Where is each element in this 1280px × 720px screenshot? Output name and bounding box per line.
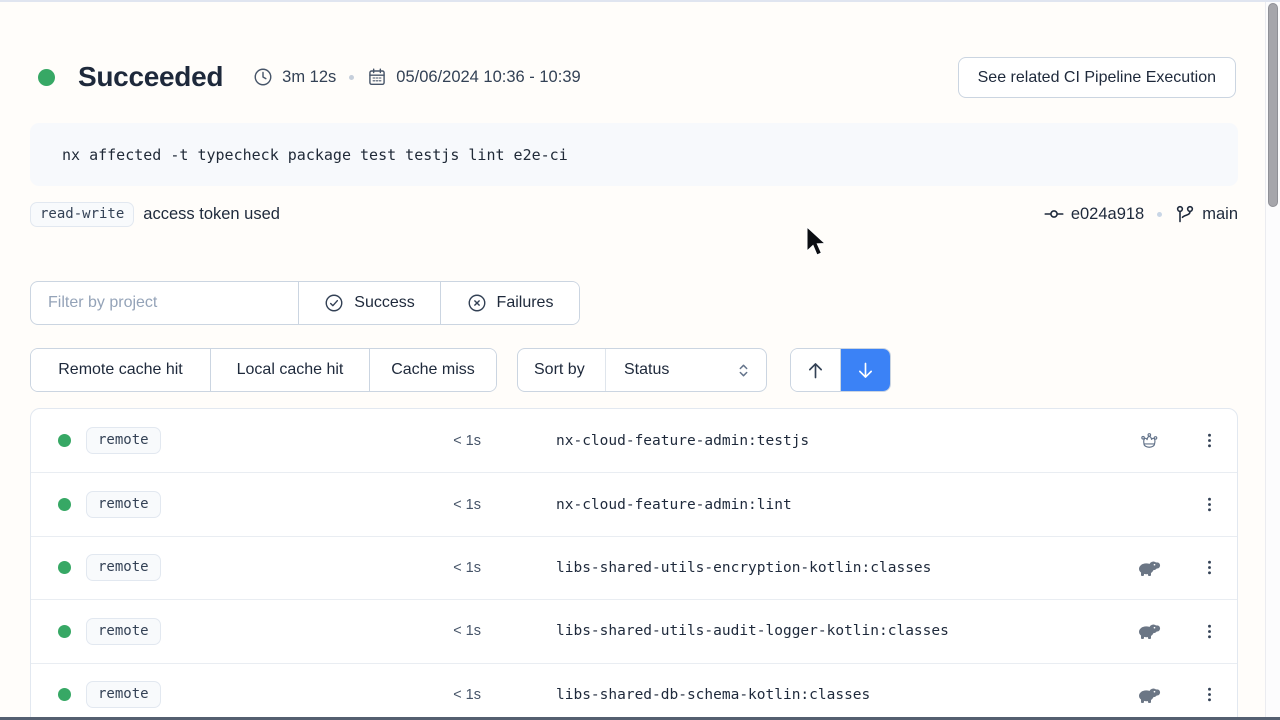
task-name[interactable]: nx-cloud-feature-admin:testjs <box>556 433 809 449</box>
kebab-menu-icon <box>1200 622 1219 641</box>
cache-miss-button[interactable]: Cache miss <box>369 349 496 391</box>
token-row: read-write access token used e024a918 ma… <box>30 199 1238 229</box>
cache-source-badge: remote <box>86 618 161 645</box>
task-duration: < 1s <box>281 687 481 703</box>
kebab-menu-icon <box>1200 685 1219 704</box>
run-duration-label: 3m 12s <box>282 68 336 87</box>
filter-success-button[interactable]: Success <box>298 282 440 324</box>
jest-icon <box>1137 431 1161 451</box>
task-menu-button[interactable] <box>1189 611 1229 651</box>
run-date-range-label: 05/06/2024 10:36 - 10:39 <box>396 68 580 87</box>
task-status-success-dot <box>58 434 71 447</box>
git-branch-icon <box>1175 204 1195 224</box>
remote-cache-hit-button[interactable]: Remote cache hit <box>31 349 210 391</box>
task-duration: < 1s <box>281 560 481 576</box>
separator-dot <box>1157 212 1162 217</box>
filter-failures-button[interactable]: Failures <box>440 282 579 324</box>
task-row[interactable]: remote < 1s libs-shared-db-schema-kotlin… <box>31 663 1237 720</box>
arrow-down-icon <box>855 360 876 381</box>
status-success-dot <box>38 69 55 86</box>
access-token-label: access token used <box>143 205 280 224</box>
task-menu-button[interactable] <box>1189 548 1229 588</box>
scrollbar-track[interactable] <box>1265 2 1280 718</box>
task-list: remote < 1s nx-cloud-feature-admin:testj… <box>30 408 1238 720</box>
gradle-icon <box>1129 558 1169 578</box>
sort-direction-group <box>790 348 891 392</box>
commit-sha[interactable]: e024a918 <box>1071 205 1144 224</box>
task-status-success-dot <box>58 498 71 511</box>
filter-group: Success Failures <box>30 281 580 325</box>
gradle-icon <box>1129 685 1169 705</box>
sort-select[interactable]: Status <box>606 349 766 391</box>
run-date-range: 05/06/2024 10:36 - 10:39 <box>367 67 580 87</box>
sort-ascending-button[interactable] <box>791 349 841 391</box>
kebab-menu-icon <box>1200 431 1219 450</box>
task-duration: < 1s <box>281 433 481 449</box>
task-name[interactable]: libs-shared-db-schema-kotlin:classes <box>556 687 870 703</box>
task-duration: < 1s <box>281 497 481 513</box>
calendar-icon <box>367 67 387 87</box>
gradle-icon <box>1129 621 1169 641</box>
gradle-icon <box>1137 621 1161 641</box>
task-row[interactable]: remote < 1s libs-shared-utils-encryption… <box>31 536 1237 599</box>
task-status-success-dot <box>58 561 71 574</box>
cache-source-badge: remote <box>86 427 161 454</box>
cache-source-badge: remote <box>86 491 161 518</box>
jest-icon <box>1129 431 1169 451</box>
scrollbar-thumb[interactable] <box>1268 3 1278 207</box>
task-duration: < 1s <box>281 623 481 639</box>
cache-filter-group: Remote cache hit Local cache hit Cache m… <box>30 348 497 392</box>
cache-source-badge: remote <box>86 681 161 708</box>
separator-dot <box>349 75 354 80</box>
task-name[interactable]: libs-shared-utils-audit-logger-kotlin:cl… <box>556 623 949 639</box>
gradle-icon <box>1137 685 1161 705</box>
chevron-updown-icon <box>735 362 752 379</box>
task-row[interactable]: remote < 1s libs-shared-utils-audit-logg… <box>31 599 1237 662</box>
sort-by-label: Sort by <box>518 349 606 391</box>
task-menu-button[interactable] <box>1189 485 1229 525</box>
task-menu-button[interactable] <box>1189 675 1229 715</box>
clock-icon <box>253 67 273 87</box>
kebab-menu-icon <box>1200 495 1219 514</box>
sort-selected-value: Status <box>624 361 669 379</box>
access-token-badge: read-write <box>30 202 134 227</box>
sort-descending-button[interactable] <box>841 349 890 391</box>
task-name[interactable]: nx-cloud-feature-admin:lint <box>556 497 792 513</box>
run-status-title: Succeeded <box>78 61 223 93</box>
task-status-success-dot <box>58 688 71 701</box>
filter-by-project-input[interactable] <box>31 282 298 324</box>
task-row[interactable]: remote < 1s nx-cloud-feature-admin:testj… <box>31 409 1237 472</box>
page-top-border <box>0 0 1280 2</box>
nx-command-text: nx affected -t typecheck package test te… <box>62 146 568 164</box>
task-status-success-dot <box>58 625 71 638</box>
check-circle-icon <box>324 293 344 313</box>
see-related-pipeline-button[interactable]: See related CI Pipeline Execution <box>958 57 1236 98</box>
local-cache-hit-button[interactable]: Local cache hit <box>210 349 369 391</box>
task-row[interactable]: remote < 1s nx-cloud-feature-admin:lint <box>31 472 1237 535</box>
mouse-cursor <box>805 226 829 258</box>
git-commit-icon <box>1044 204 1064 224</box>
kebab-menu-icon <box>1200 558 1219 577</box>
gradle-icon <box>1137 558 1161 578</box>
filter-failures-label: Failures <box>497 294 554 312</box>
task-name[interactable]: libs-shared-utils-encryption-kotlin:clas… <box>556 560 931 576</box>
branch-name[interactable]: main <box>1202 205 1238 224</box>
command-box: nx affected -t typecheck package test te… <box>30 123 1238 186</box>
task-menu-button[interactable] <box>1189 421 1229 461</box>
cache-source-badge: remote <box>86 554 161 581</box>
filter-success-label: Success <box>354 294 414 312</box>
run-duration: 3m 12s <box>253 67 336 87</box>
x-circle-icon <box>467 293 487 313</box>
vcs-info: e024a918 main <box>1044 204 1238 224</box>
arrow-up-icon <box>805 360 826 381</box>
sort-group: Sort by Status <box>517 348 767 392</box>
